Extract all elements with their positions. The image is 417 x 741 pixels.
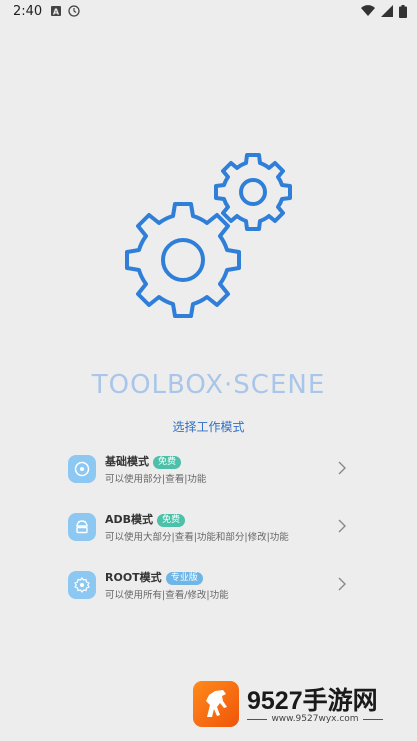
clock-icon — [68, 5, 80, 17]
divider — [247, 718, 268, 720]
horse-logo-icon — [193, 681, 239, 727]
android-icon — [68, 513, 96, 541]
chevron-right-icon — [338, 519, 346, 533]
mode-select-subtitle: 选择工作模式 — [172, 420, 245, 434]
mode-adb-label: ADB模式 — [105, 513, 154, 526]
divider — [362, 718, 383, 720]
disc-icon — [68, 455, 96, 483]
free-badge: 免费 — [157, 513, 186, 527]
a-badge-icon: A — [51, 6, 61, 17]
mode-root-label: ROOT模式 — [105, 571, 162, 584]
mode-adb[interactable]: ADB模式 免费 可以使用大部分|查看|功能和部分|修改|功能 — [62, 508, 362, 550]
chevron-right-icon — [338, 577, 346, 591]
watermark: 9527手游网 www.9527wyx.com — [193, 681, 393, 729]
free-badge: 免费 — [153, 455, 182, 469]
mode-root-desc: 可以使用所有|查看/修改|功能 — [105, 590, 229, 601]
chevron-right-icon — [338, 461, 346, 475]
mode-adb-desc: 可以使用大部分|查看|功能和部分|修改|功能 — [105, 532, 289, 543]
battery-icon — [399, 5, 407, 18]
mode-root[interactable]: ROOT模式 专业版 可以使用所有|查看/修改|功能 — [62, 566, 362, 608]
seal-icon — [68, 571, 96, 599]
mode-basic-label: 基础模式 — [105, 455, 149, 468]
svg-text:A: A — [53, 8, 60, 17]
signal-icon — [381, 5, 393, 17]
watermark-url: www.9527wyx.com — [271, 714, 359, 724]
mode-basic[interactable]: 基础模式 免费 可以使用部分|查看|功能 — [62, 450, 362, 492]
status-bar: 2:40 A — [0, 0, 417, 24]
app-title: TOOLBOX·SCENE — [91, 370, 326, 400]
watermark-brand: 9527手游网 — [247, 687, 378, 715]
gears-icon — [125, 153, 292, 318]
status-time: 2:40 — [13, 4, 43, 19]
pro-badge: 专业版 — [165, 571, 203, 585]
wifi-icon — [361, 5, 375, 17]
mode-basic-desc: 可以使用部分|查看|功能 — [105, 474, 207, 485]
